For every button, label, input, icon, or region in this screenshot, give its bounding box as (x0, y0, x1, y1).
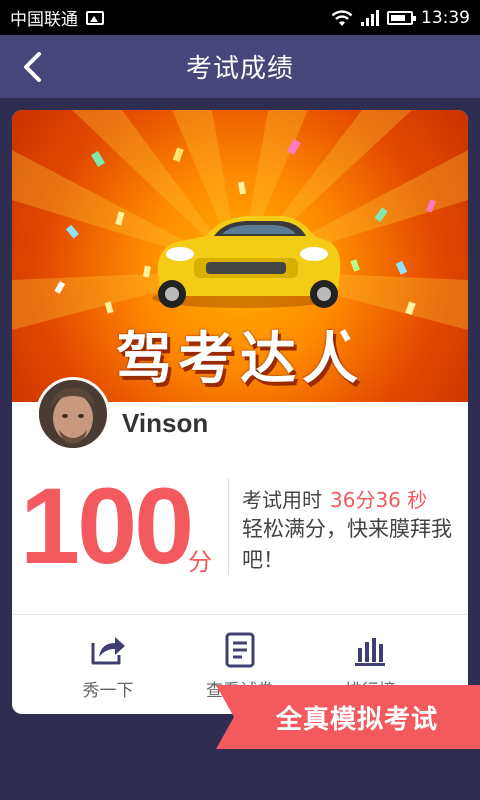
clock: 13:39 (421, 7, 470, 28)
exam-time-label: 考试用时 (242, 488, 322, 512)
mock-exam-label: 全真模拟考试 (275, 704, 438, 735)
avatar[interactable] (36, 377, 110, 451)
status-bar: 中国联通 13:39 (0, 0, 480, 35)
image-notification-icon (86, 10, 104, 25)
signal-icon (361, 9, 379, 26)
bar-chart-icon (355, 638, 385, 666)
status-bar-left: 中国联通 (10, 5, 104, 30)
score-unit: 分 (188, 548, 212, 576)
banner: 驾考达人 (12, 110, 468, 402)
title-bar: 考试成绩 (0, 35, 480, 98)
car-illustration (152, 216, 341, 308)
document-icon (225, 632, 255, 668)
praise-text: 轻松满分，快来膜拜我吧！ (242, 517, 452, 572)
exam-time-row: 考试用时 36分36 秒 (242, 484, 427, 513)
share-label: 秀一下 (82, 681, 134, 701)
result-card: 驾考达人 Vinson 100 分 考试用时 36分36 秒 轻松满分，快来膜拜我… (12, 110, 468, 714)
username: Vinson (122, 408, 209, 438)
score-value: 100 (20, 465, 194, 586)
chevron-left-icon (24, 52, 41, 82)
divider (12, 614, 468, 615)
page-title: 考试成绩 (185, 54, 294, 84)
exam-time-value: 36分36 秒 (330, 488, 428, 512)
share-button[interactable]: 秀一下 (48, 630, 168, 701)
mock-exam-button[interactable]: 全真模拟考试 (216, 685, 480, 749)
carrier-name: 中国联通 (10, 10, 78, 30)
share-icon (91, 637, 125, 665)
divider (228, 478, 229, 574)
status-bar-right: 13:39 (331, 8, 470, 28)
back-button[interactable] (14, 47, 50, 87)
wifi-icon (331, 9, 353, 26)
battery-icon (387, 10, 416, 25)
user-photo (39, 380, 107, 448)
